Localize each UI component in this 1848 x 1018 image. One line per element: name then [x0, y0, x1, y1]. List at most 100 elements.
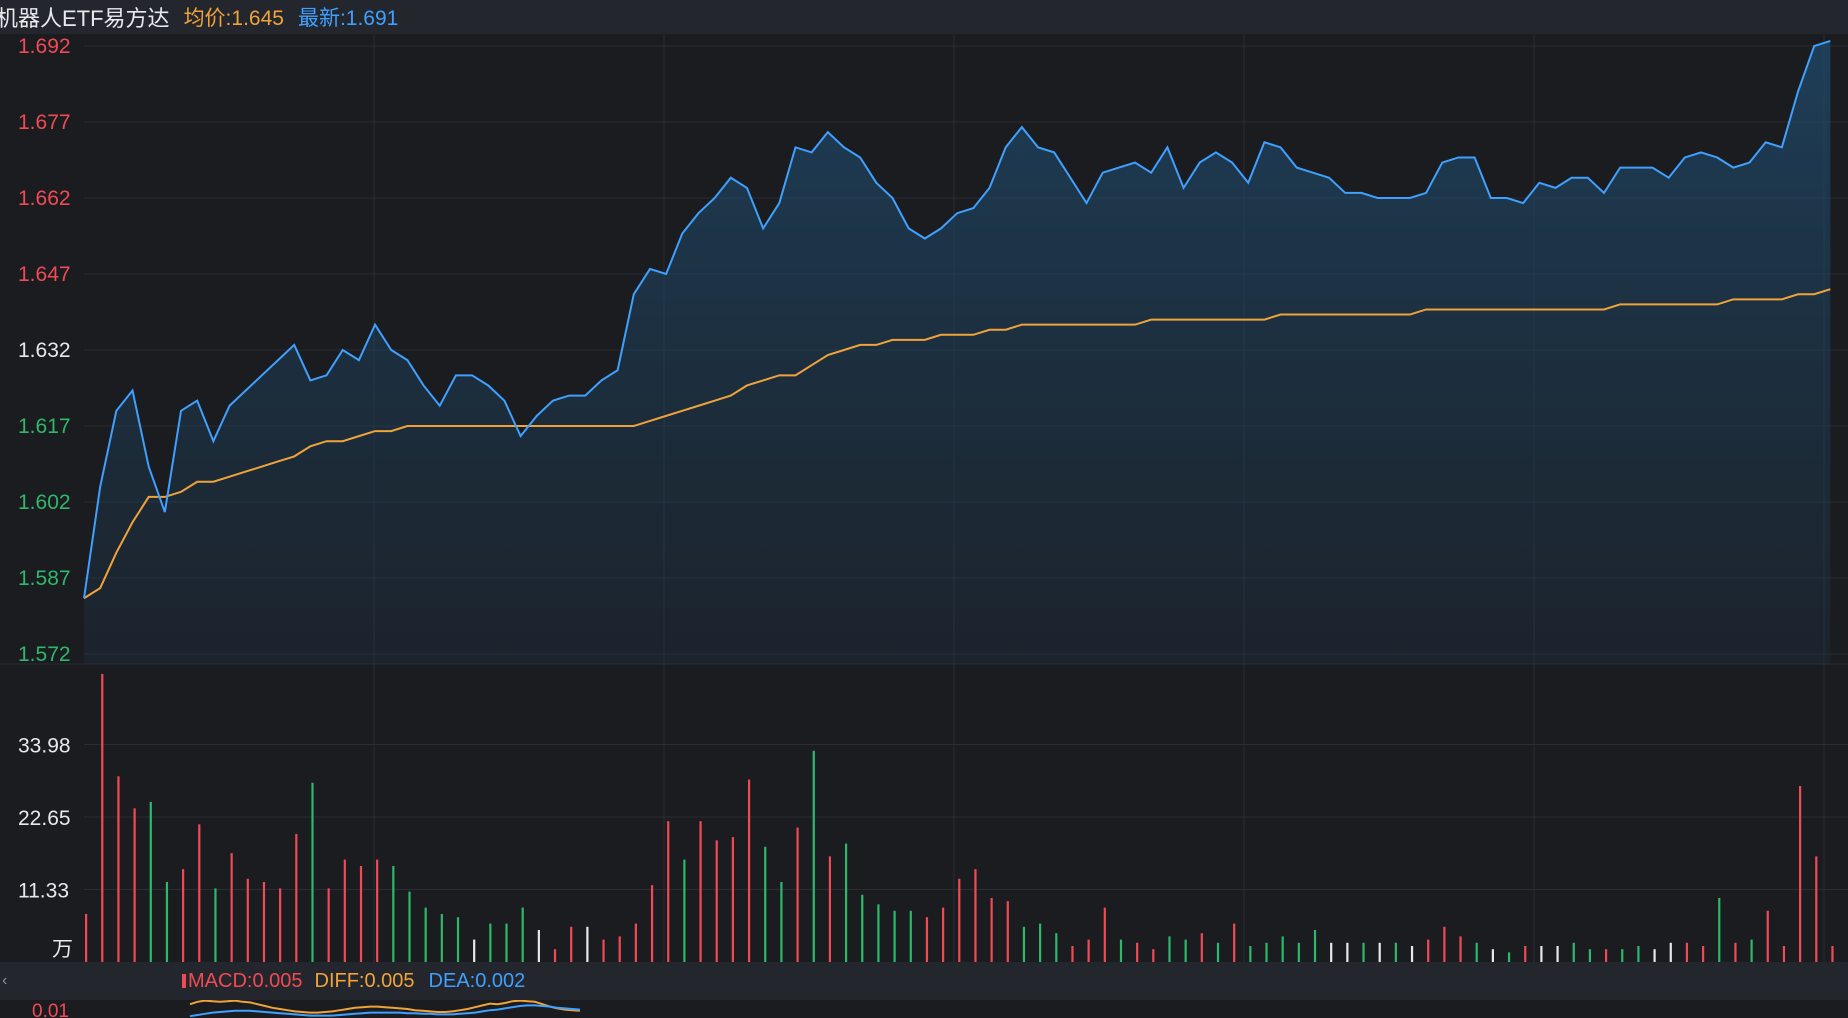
- volume-bar: [230, 853, 233, 962]
- volume-bar: [1249, 945, 1252, 962]
- volume-bar: [1119, 939, 1123, 962]
- volume-bar: [780, 881, 783, 962]
- volume-bar: [1734, 942, 1737, 962]
- volume-bar: [1443, 926, 1446, 962]
- volume-bar: [1459, 936, 1462, 962]
- volume-bar: [958, 878, 961, 962]
- volume-bar: [1184, 939, 1187, 962]
- volume-bar: [1540, 945, 1543, 962]
- volume-bar: [295, 833, 298, 962]
- volume-bar: [1330, 942, 1333, 962]
- price-y-tick: 1.692: [18, 35, 71, 58]
- volume-bar: [214, 888, 217, 962]
- macd-y-tick: 0.01: [32, 1001, 69, 1018]
- volume-bar: [279, 888, 282, 962]
- volume-bar: [1233, 923, 1236, 962]
- volume-bar: [1055, 933, 1058, 962]
- price-y-tick: 1.617: [18, 415, 71, 438]
- volume-bar: [764, 846, 767, 962]
- volume-bar: [1588, 949, 1592, 962]
- macd-value: MACD:0.005: [182, 970, 303, 993]
- volume-bar: [1637, 945, 1640, 962]
- volume-y-tick: 22.65: [18, 807, 71, 830]
- volume-y-tick: 33.98: [18, 734, 71, 757]
- volume-bar: [990, 897, 993, 962]
- volume-bar: [1362, 942, 1365, 962]
- volume-bar: [715, 840, 718, 962]
- volume-bar: [1718, 897, 1721, 962]
- volume-bar: [1685, 942, 1689, 962]
- dea-value: DEA:0.002: [428, 969, 526, 992]
- volume-bar: [1346, 942, 1349, 962]
- price-y-tick: 1.647: [18, 263, 71, 286]
- volume-bar: [85, 913, 88, 962]
- volume-bar: [667, 821, 670, 962]
- volume-bar: [1653, 949, 1656, 962]
- volume-bar: [812, 750, 815, 962]
- volume-bar: [424, 907, 427, 962]
- price-y-tick: 1.602: [18, 491, 71, 514]
- volume-bar: [1039, 923, 1042, 962]
- macd-lines: [189, 1000, 581, 1018]
- volume-bar: [1702, 945, 1705, 962]
- volume-bar: [1200, 933, 1203, 962]
- volume-bar: [505, 923, 508, 962]
- volume-bar: [1071, 945, 1074, 962]
- volume-bar: [942, 907, 945, 962]
- volume-bar: [1604, 949, 1608, 962]
- volume-bars: [85, 673, 1834, 962]
- volume-bar: [1136, 942, 1139, 962]
- volume-bar: [392, 865, 395, 962]
- volume-bar: [1782, 945, 1786, 962]
- volume-bar: [1766, 910, 1769, 962]
- volume-bar: [1378, 942, 1381, 962]
- volume-bar: [198, 824, 201, 962]
- volume-bar: [376, 859, 379, 962]
- volume-y-axis: 万 33.98 22.65 11.33: [18, 734, 73, 961]
- volume-bar: [618, 936, 621, 962]
- volume-bar: [1524, 945, 1527, 962]
- volume-bar: [893, 910, 896, 962]
- macd-marker-icon: [182, 974, 186, 988]
- volume-bar: [359, 865, 363, 962]
- volume-bar: [1087, 939, 1090, 962]
- volume-bar: [1281, 936, 1284, 962]
- latest-price-label: 最新:1.691: [297, 7, 399, 30]
- volume-bar: [1427, 939, 1430, 962]
- price-y-tick: 1.587: [18, 567, 71, 590]
- volume-bar: [1216, 942, 1220, 962]
- volume-bar: [537, 929, 540, 962]
- collapse-indicator-icon[interactable]: ‹: [2, 972, 182, 990]
- volume-bar: [1313, 929, 1317, 962]
- diff-value: DIFF:0.005: [314, 969, 415, 992]
- volume-bar: [828, 856, 832, 962]
- volume-bar: [1621, 949, 1624, 962]
- volume-bar: [521, 907, 524, 962]
- volume-bar: [877, 904, 880, 962]
- price-y-axis: 1.692 1.677 1.662 1.647 1.632 1.617 1.602 1.587…: [18, 35, 71, 666]
- volume-y-tick: 11.33: [18, 879, 69, 902]
- volume-bar: [1556, 945, 1559, 962]
- average-price-label: 均价:1.645: [183, 7, 284, 30]
- volume-bar: [683, 859, 686, 962]
- volume-bar: [1265, 942, 1268, 962]
- intraday-chart[interactable]: 1.692 1.677 1.662 1.647 1.632 1.617 1.602 1.587…: [0, 34, 1848, 962]
- volume-bar: [1475, 942, 1478, 962]
- volume-bar: [343, 859, 346, 962]
- price-y-tick: 1.662: [18, 187, 71, 210]
- volume-bar: [861, 894, 864, 962]
- volume-bar: [1491, 949, 1494, 962]
- volume-bar: [1297, 942, 1300, 962]
- volume-bar: [133, 808, 136, 962]
- volume-bar: [327, 888, 330, 962]
- volume-bar: [974, 869, 977, 962]
- volume-bar: [1669, 942, 1672, 962]
- volume-bar: [117, 776, 120, 962]
- volume-bar: [456, 917, 460, 962]
- volume-bar: [1507, 952, 1511, 962]
- volume-bar: [1410, 945, 1414, 962]
- volume-bar: [634, 923, 637, 962]
- volume-bar: [586, 926, 589, 962]
- volume-bar: [909, 910, 912, 962]
- volume-bar: [1815, 856, 1818, 962]
